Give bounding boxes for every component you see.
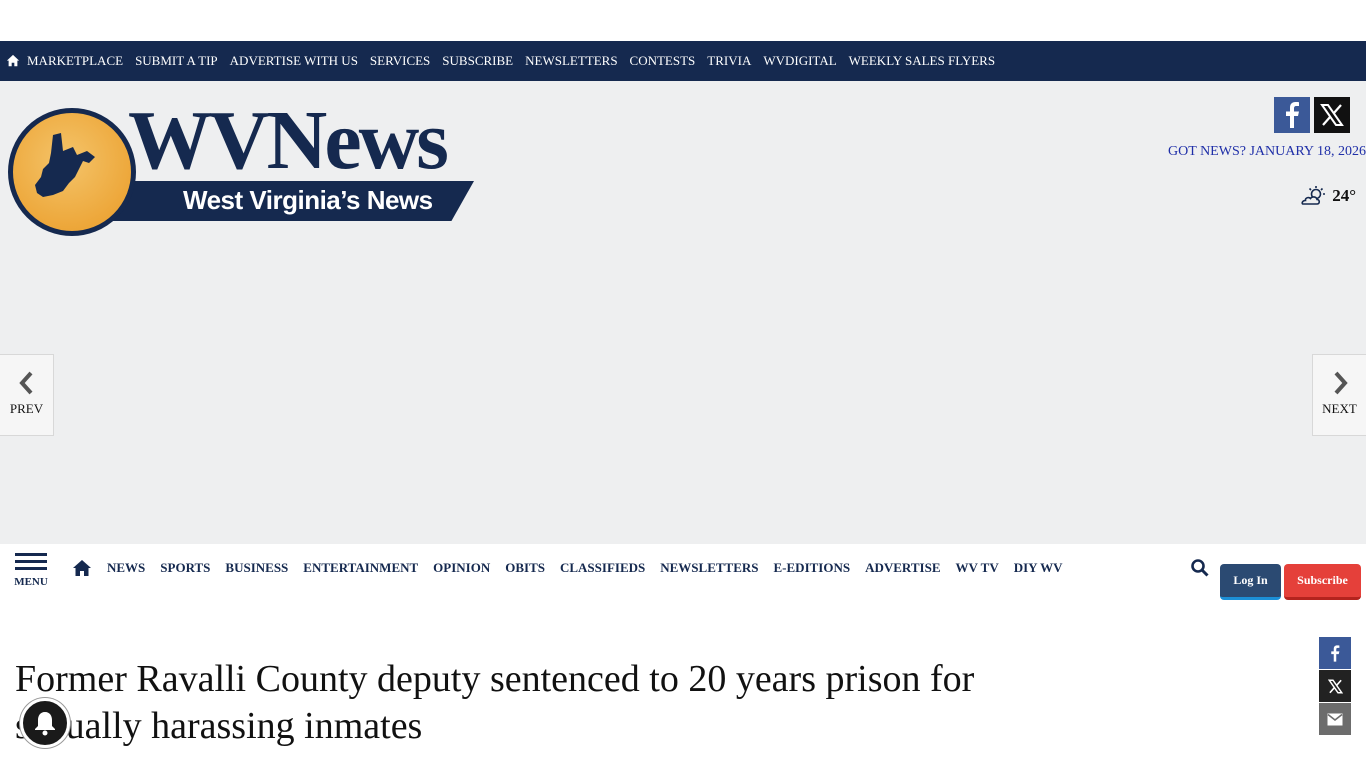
menu-button[interactable]: MENU	[14, 553, 48, 588]
partly-cloudy-icon	[1301, 186, 1326, 205]
nav-classifieds[interactable]: CLASSIFIEDS	[560, 560, 645, 576]
weather-temperature: 24°	[1332, 186, 1356, 205]
next-label: NEXT	[1322, 401, 1357, 416]
facebook-icon[interactable]	[1274, 97, 1310, 133]
hamburger-icon-bar	[15, 567, 47, 570]
nav-wv-tv[interactable]: WV TV	[956, 560, 999, 576]
top-nav-newsletters[interactable]: NEWSLETTERS	[525, 53, 617, 69]
logo-circle	[8, 108, 136, 236]
top-nav-trivia[interactable]: TRIVIA	[707, 53, 751, 69]
logo-wordmark: WVNews	[128, 94, 449, 187]
got-news-date[interactable]: GOT NEWS? JANUARY 18, 2026	[1168, 144, 1366, 160]
weather-widget[interactable]: 24°	[1298, 185, 1356, 207]
x-icon[interactable]	[1314, 97, 1350, 133]
nav-newsletters[interactable]: NEWSLETTERS	[660, 560, 758, 576]
subscribe-button[interactable]: Subscribe	[1284, 564, 1361, 600]
west-virginia-map-icon	[35, 133, 95, 197]
share-email-icon[interactable]	[1319, 703, 1351, 735]
menu-label: MENU	[14, 576, 48, 588]
nav-diy-wv[interactable]: DIY WV	[1014, 560, 1063, 576]
login-button[interactable]: Log In	[1220, 564, 1281, 600]
home-icon[interactable]	[6, 54, 20, 68]
search-icon[interactable]	[1190, 558, 1210, 578]
site-logo[interactable]: West Virginia’s News WVNews	[8, 99, 478, 236]
nav-advertise[interactable]: ADVERTISE	[865, 560, 940, 576]
top-nav-weekly-sales-flyers[interactable]: WEEKLY SALES FLYERS	[849, 53, 995, 69]
header-social-links	[1274, 97, 1350, 133]
top-nav-marketplace[interactable]: MARKETPLACE	[27, 53, 123, 69]
hamburger-icon	[15, 553, 47, 556]
share-facebook-icon[interactable]	[1319, 637, 1351, 669]
nav-opinion[interactable]: OPINION	[433, 560, 490, 576]
current-date: JANUARY 18, 2026	[1249, 144, 1366, 159]
got-news-link[interactable]: GOT NEWS?	[1168, 144, 1246, 159]
top-nav-submit-tip[interactable]: SUBMIT A TIP	[135, 53, 218, 69]
chevron-left-icon	[18, 371, 32, 395]
nav-business[interactable]: BUSINESS	[225, 560, 288, 576]
masthead: West Virginia’s News WVNews GOT NEWS? JA…	[0, 81, 1366, 544]
share-buttons	[1319, 637, 1351, 735]
prev-label: PREV	[9, 401, 44, 416]
main-nav-items: NEWS SPORTS BUSINESS ENTERTAINMENT OPINI…	[72, 559, 1078, 577]
nav-news[interactable]: NEWS	[107, 560, 145, 576]
prev-button[interactable]: PREV	[0, 354, 54, 436]
chevron-right-icon	[1334, 371, 1348, 395]
nav-obits[interactable]: OBITS	[505, 560, 545, 576]
top-utility-nav: MARKETPLACE SUBMIT A TIP ADVERTISE WITH …	[0, 41, 1366, 81]
top-nav-contests[interactable]: CONTESTS	[630, 53, 696, 69]
home-icon[interactable]	[72, 559, 92, 577]
logo-tagline: West Virginia’s News	[183, 185, 433, 215]
article-headline: Former Ravalli County deputy sentenced t…	[15, 658, 975, 747]
share-x-icon[interactable]	[1319, 670, 1351, 702]
nav-entertainment[interactable]: ENTERTAINMENT	[303, 560, 418, 576]
nav-e-editions[interactable]: E-EDITIONS	[774, 560, 851, 576]
notification-bell-icon[interactable]	[20, 698, 70, 748]
hamburger-icon-bar	[15, 560, 47, 563]
top-nav-wvdigital[interactable]: WVDIGITAL	[763, 53, 836, 69]
next-button[interactable]: NEXT	[1312, 354, 1366, 436]
top-nav-subscribe[interactable]: SUBSCRIBE	[442, 53, 513, 69]
main-nav: MENU NEWS SPORTS BUSINESS ENTERTAINMENT …	[0, 544, 1366, 604]
top-nav-services[interactable]: SERVICES	[370, 53, 430, 69]
top-nav-advertise[interactable]: ADVERTISE WITH US	[230, 53, 358, 69]
nav-sports[interactable]: SPORTS	[160, 560, 210, 576]
